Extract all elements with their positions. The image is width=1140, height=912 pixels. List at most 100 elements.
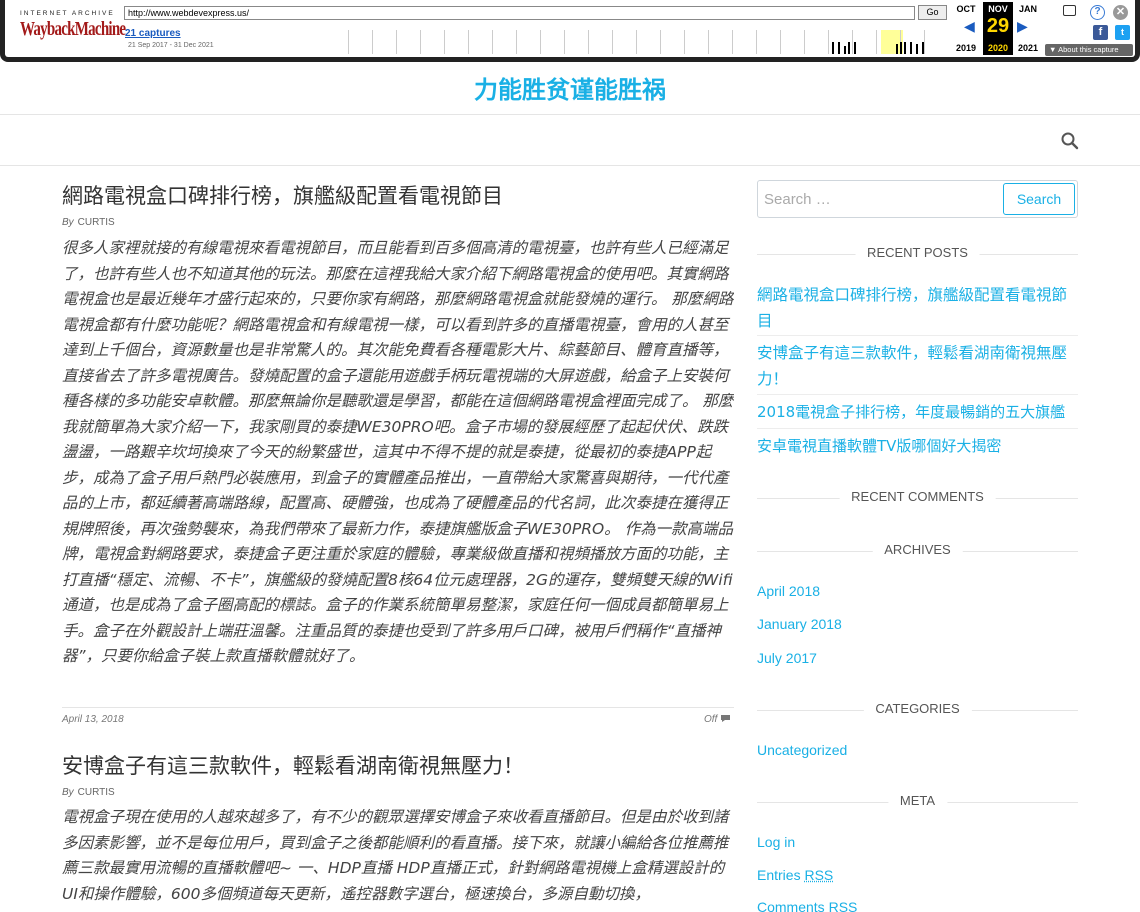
header-divider-bottom: [0, 165, 1140, 166]
timeline-gridline: [468, 30, 469, 54]
post-author[interactable]: CURTIS: [78, 217, 115, 228]
recent-post-separator: [757, 335, 1078, 336]
post-title[interactable]: 網路電視盒口碑排行榜，旗艦級配置看電視節目: [62, 180, 503, 210]
comments-label: Comments: [757, 899, 825, 912]
year-current: 2020: [987, 43, 1009, 53]
recent-post-separator: [757, 394, 1078, 395]
recent-post-link[interactable]: 2018電視盒子排行榜，年度最暢銷的五大旗艦: [757, 399, 1081, 425]
timeline-gridline: [516, 30, 517, 54]
timeline-capture-bar[interactable]: [832, 42, 834, 54]
wayback-logo[interactable]: WaybackMachine: [20, 18, 126, 41]
timeline-capture-bar[interactable]: [844, 46, 846, 54]
post-content: 很多人家裡就接的有線電視來看電視節目，而且能看到百多個高清的電視臺，也許有些人已…: [62, 239, 734, 665]
prev-capture-arrow-icon[interactable]: ◀: [964, 18, 975, 35]
search-button[interactable]: Search: [1003, 183, 1075, 215]
header-divider-top: [0, 114, 1140, 115]
post-title[interactable]: 安博盒子有這三款軟件，輕鬆看湖南衛視無壓力！: [62, 750, 524, 780]
timeline-gridline: [540, 30, 541, 54]
comment-icon: [721, 715, 731, 722]
timeline-gridline: [372, 30, 373, 54]
timeline-capture-bar[interactable]: [910, 42, 912, 54]
window-icon[interactable]: [1063, 5, 1076, 16]
next-capture-arrow-icon[interactable]: ▶: [1017, 18, 1028, 35]
year-next[interactable]: 2021: [1010, 43, 1046, 53]
archives-heading: ARCHIVES: [757, 542, 1078, 562]
post-content: 電視盒子現在使用的人越來越多了，有不少的觀眾選擇安博盒子來收看直播節目。但是由於…: [62, 808, 729, 903]
recent-post-link[interactable]: 安博盒子有這三款軟件，輕鬆看湖南衛視無壓力！: [757, 340, 1081, 392]
recent-post-link[interactable]: 網路電視盒口碑排行榜，旗艦級配置看電視節目: [757, 282, 1081, 334]
recent-post-separator: [757, 428, 1078, 429]
rss-abbr: RSS: [828, 899, 858, 912]
categories-title: CATEGORIES: [863, 701, 972, 716]
timeline-gridline: [804, 30, 805, 54]
timeline-gridline: [828, 30, 829, 54]
timeline-capture-bar[interactable]: [838, 42, 840, 54]
post-author[interactable]: CURTIS: [78, 787, 115, 798]
recent-posts-title: RECENT POSTS: [855, 245, 980, 260]
timeline-capture-bar[interactable]: [900, 42, 902, 54]
category-link[interactable]: Uncategorized: [757, 737, 1081, 763]
search-icon[interactable]: [1060, 131, 1080, 151]
rss-abbr: RSS: [804, 867, 834, 883]
timeline-gridline: [588, 30, 589, 54]
month-prev[interactable]: OCT: [948, 4, 984, 14]
timeline-gridline: [444, 30, 445, 54]
timeline-gridline: [684, 30, 685, 54]
archive-link[interactable]: April 2018: [757, 578, 1081, 604]
timeline-gridline: [780, 30, 781, 54]
post-byline: By CURTIS: [62, 217, 115, 228]
timeline-gridline: [636, 30, 637, 54]
post-byline: By CURTIS: [62, 787, 115, 798]
timeline-gridline: [756, 30, 757, 54]
byline-prefix: By: [62, 217, 74, 228]
recent-comments-heading: RECENT COMMENTS: [757, 489, 1078, 509]
timeline-capture-bar[interactable]: [922, 42, 924, 54]
comments-rss-link[interactable]: Comments RSS: [757, 894, 1081, 912]
timeline-gridline: [660, 30, 661, 54]
twitter-icon[interactable]: t: [1115, 25, 1130, 40]
timeline-capture-bar[interactable]: [854, 42, 856, 54]
wayback-url-input[interactable]: http://www.webdevexpress.us/: [124, 6, 915, 20]
timeline-capture-bar[interactable]: [848, 42, 850, 54]
entries-rss-link[interactable]: Entries RSS: [757, 862, 1081, 888]
timeline-gridline: [564, 30, 565, 54]
post-comments-status: Off: [704, 714, 731, 725]
close-icon[interactable]: ✕: [1113, 5, 1128, 20]
byline-prefix: By: [62, 787, 74, 798]
month-next[interactable]: JAN: [1010, 4, 1046, 14]
captures-link[interactable]: 21 captures: [125, 28, 181, 39]
meta-title: META: [887, 793, 948, 808]
site-title[interactable]: 力能胜贫谨能胜祸: [0, 70, 1140, 105]
recent-post-link[interactable]: 安卓電視直播軟體TV版哪個好大揭密: [757, 433, 1081, 459]
timeline-capture-bar[interactable]: [916, 44, 918, 54]
about-capture-label: About this capture: [1058, 45, 1119, 54]
month-current: NOV: [988, 4, 1008, 14]
wayback-go-button[interactable]: Go: [918, 5, 947, 20]
timeline-capture-bar[interactable]: [904, 42, 906, 54]
archive-link[interactable]: January 2018: [757, 611, 1081, 637]
year-prev[interactable]: 2019: [948, 43, 984, 53]
timeline-gridline: [492, 30, 493, 54]
entries-label: Entries: [757, 867, 801, 883]
day-current: 29: [986, 15, 1010, 37]
comments-off-label: Off: [704, 714, 718, 725]
login-link[interactable]: Log in: [757, 829, 1081, 855]
help-icon[interactable]: ?: [1090, 5, 1105, 20]
post-separator: [62, 707, 734, 708]
archive-link[interactable]: July 2017: [757, 645, 1081, 671]
archives-title: ARCHIVES: [872, 542, 963, 557]
timeline-gridline: [876, 30, 877, 54]
capture-timeline[interactable]: [348, 30, 950, 54]
categories-heading: CATEGORIES: [757, 701, 1078, 721]
timeline-gridline: [612, 30, 613, 54]
timeline-gridline: [924, 30, 925, 54]
post-date[interactable]: April 13, 2018: [62, 714, 124, 725]
search-input[interactable]: [760, 183, 1000, 215]
sidebar-search-form: Search: [757, 180, 1078, 218]
timeline-capture-bar[interactable]: [896, 44, 898, 54]
wayback-toolbar: INTERNET ARCHIVE WaybackMachine http://w…: [0, 0, 1140, 62]
facebook-icon[interactable]: f: [1093, 25, 1108, 40]
about-capture-button[interactable]: ▼ About this capture: [1045, 44, 1133, 56]
recent-comments-title: RECENT COMMENTS: [839, 489, 996, 504]
internet-archive-label: INTERNET ARCHIVE: [20, 10, 115, 17]
